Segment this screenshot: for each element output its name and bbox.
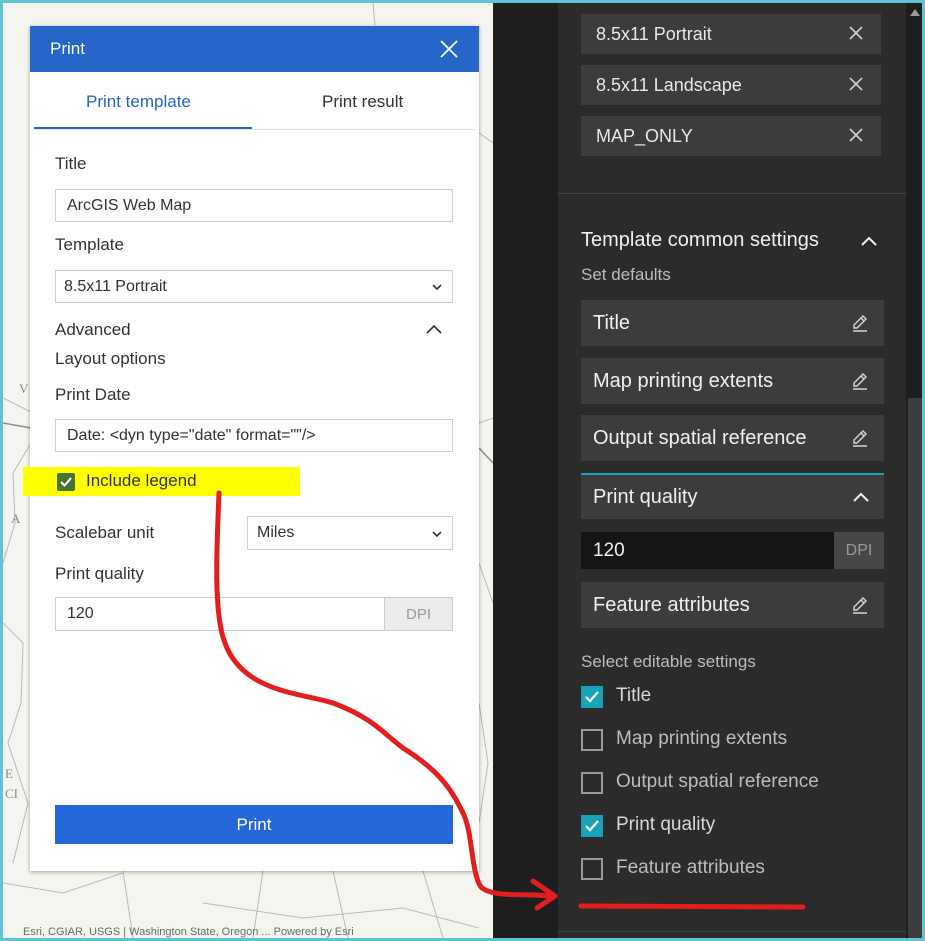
chip-label: 8.5x11 Portrait (596, 23, 712, 44)
checkbox-spatial-ref[interactable] (581, 772, 603, 794)
template-chip: 8.5x11 Landscape (581, 65, 881, 105)
chevron-down-icon (432, 531, 442, 538)
svg-text:CI: CI (5, 786, 18, 801)
dialog-title: Print (50, 39, 85, 58)
pencil-icon[interactable] (850, 428, 870, 448)
checkbox-label: Output spatial reference (616, 771, 819, 792)
advanced-label[interactable]: Advanced (55, 320, 131, 340)
print-button[interactable]: Print (55, 805, 453, 844)
template-chip: 8.5x11 Portrait (581, 14, 881, 54)
check-icon (585, 820, 599, 832)
checkbox-print-quality[interactable] (581, 815, 603, 837)
svg-text:V: V (19, 381, 29, 396)
map-attribution: Esri, CGIAR, USGS | Washington State, Or… (23, 926, 354, 938)
scalebar-label: Scalebar unit (55, 523, 155, 542)
row-label: Feature attributes (593, 593, 750, 616)
chip-label: 8.5x11 Landscape (596, 74, 742, 95)
chevron-down-icon (432, 284, 442, 291)
print-dialog: Print Print template Print result Title … (23, 26, 479, 871)
checkbox-label: Title (616, 685, 652, 706)
scalebar-select-value: Miles (257, 524, 295, 541)
layout-options-label: Layout options (55, 349, 166, 368)
section-divider (558, 193, 906, 194)
pencil-icon[interactable] (850, 595, 870, 615)
chip-label: MAP_ONLY (596, 125, 693, 146)
print-date-input[interactable]: Date: <dyn type="date" format=""/> (55, 419, 453, 452)
tab-divider (34, 129, 475, 130)
section-divider (558, 931, 906, 932)
checkbox-feature-attributes[interactable] (581, 858, 603, 880)
include-legend-label[interactable]: Include legend (86, 471, 197, 491)
close-icon[interactable] (847, 75, 865, 93)
svg-text:E: E (5, 766, 13, 781)
row-label: Print quality (593, 485, 698, 508)
dialog-header: Print (30, 26, 479, 72)
default-title-row[interactable]: Title (581, 300, 884, 346)
row-label: Output spatial reference (593, 426, 807, 449)
close-icon[interactable] (847, 24, 865, 42)
check-icon (585, 691, 599, 703)
dpi-suffix: DPI (385, 597, 453, 631)
print-quality-input[interactable]: 120 (55, 597, 385, 631)
checkbox-map-extents[interactable] (581, 729, 603, 751)
tab-print-template[interactable]: Print template (86, 92, 191, 112)
chevron-up-icon[interactable] (852, 490, 870, 504)
pencil-icon[interactable] (850, 371, 870, 391)
section-title: Template common settings (581, 229, 819, 251)
chevron-up-icon[interactable] (860, 234, 878, 248)
check-icon (60, 477, 72, 487)
template-label: Template (55, 235, 124, 254)
set-defaults-label: Set defaults (581, 265, 671, 284)
dpi-suffix: DPI (834, 532, 884, 569)
default-print-quality-row[interactable]: Print quality (581, 473, 884, 519)
template-select-value: 8.5x11 Portrait (64, 277, 167, 295)
scrollbar-thumb[interactable] (908, 398, 922, 938)
template-chip: MAP_ONLY (581, 116, 881, 156)
row-label: Title (593, 311, 631, 334)
checkbox-label: Print quality (616, 814, 716, 835)
default-spatial-ref-row[interactable]: Output spatial reference (581, 415, 884, 461)
svg-text:A: A (11, 511, 21, 526)
active-tab-indicator (34, 127, 252, 129)
screenshot-frame: V A E CI Esri, CGIAR, USGS | Washington … (3, 3, 922, 938)
row-label: Map printing extents (593, 369, 774, 392)
print-quality-label: Print quality (55, 564, 144, 583)
chevron-up-icon[interactable] (426, 323, 442, 335)
scroll-up-arrow-icon[interactable] (910, 9, 920, 16)
tab-print-result[interactable]: Print result (322, 92, 403, 112)
close-icon[interactable] (439, 39, 459, 59)
default-feature-attributes-row[interactable]: Feature attributes (581, 582, 884, 628)
close-icon[interactable] (847, 126, 865, 144)
scalebar-select[interactable]: Miles (247, 516, 453, 550)
include-legend-checkbox[interactable] (57, 473, 75, 491)
default-map-extents-row[interactable]: Map printing extents (581, 358, 884, 404)
title-input[interactable]: ArcGIS Web Map (55, 189, 453, 222)
dpi-input[interactable]: 120 (581, 532, 834, 569)
editable-heading: Select editable settings (581, 652, 756, 671)
checkbox-label: Map printing extents (616, 728, 788, 749)
print-date-label: Print Date (55, 385, 131, 404)
pencil-icon[interactable] (850, 313, 870, 333)
checkbox-label: Feature attributes (616, 857, 765, 878)
checkbox-title[interactable] (581, 686, 603, 708)
template-select[interactable]: 8.5x11 Portrait (55, 270, 453, 303)
title-label: Title (55, 154, 87, 173)
